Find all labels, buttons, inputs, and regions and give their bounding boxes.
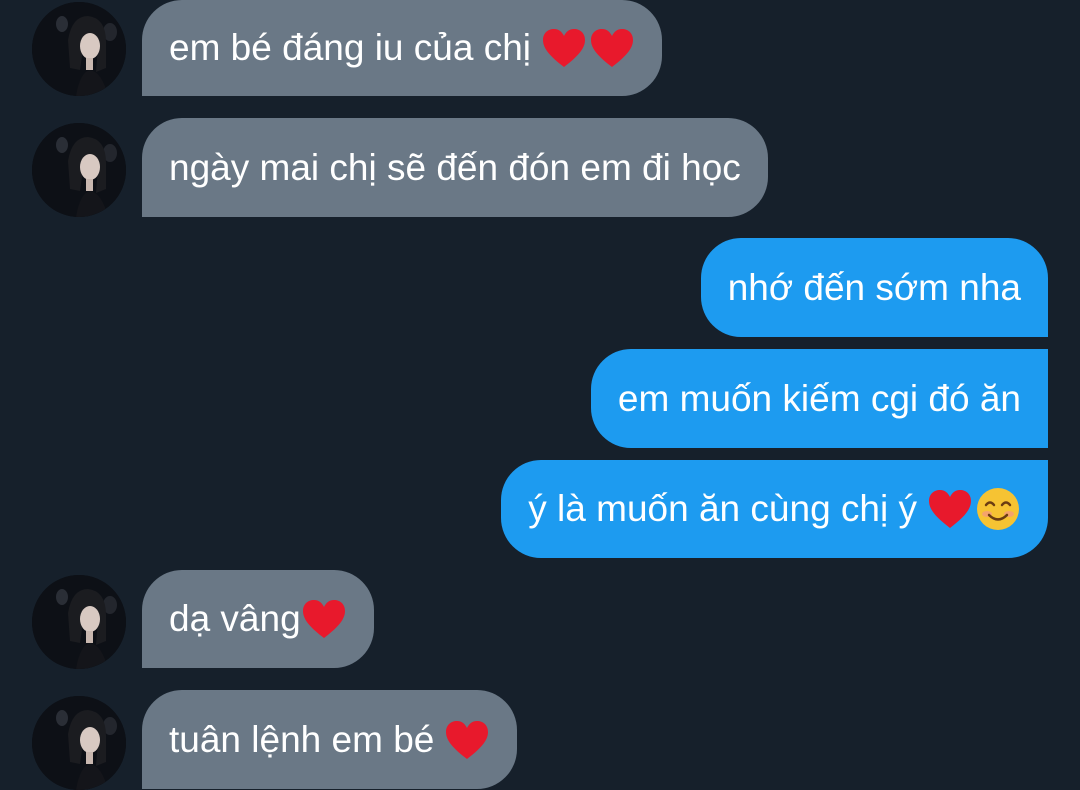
incoming-message-bubble[interactable]: ngày mai chị sẽ đến đón em đi học xyxy=(142,118,768,217)
contact-avatar[interactable] xyxy=(32,575,126,669)
incoming-message-bubble[interactable]: em bé đáng iu của chị xyxy=(142,0,663,96)
outgoing-message-bubble[interactable]: em muốn kiếm cgi đó ăn xyxy=(590,349,1048,448)
smiling-face-icon xyxy=(975,486,1021,532)
heart-icon xyxy=(541,27,587,69)
message-text: em bé đáng iu của chị xyxy=(169,27,532,68)
contact-avatar[interactable] xyxy=(32,2,126,96)
message-text: ý là muốn ăn cùng chị ý xyxy=(528,488,917,529)
outgoing-message-bubble[interactable]: ý là muốn ăn cùng chị ý xyxy=(501,460,1048,558)
message-text: dạ vâng xyxy=(169,598,301,639)
outgoing-message-bubble[interactable]: nhớ đến sớm nha xyxy=(700,238,1048,337)
incoming-message-bubble[interactable]: tuân lệnh em bé xyxy=(142,690,518,789)
heart-icon xyxy=(589,27,635,69)
message-text: em muốn kiếm cgi đó ăn xyxy=(617,377,1021,419)
incoming-message-bubble[interactable]: dạ vâng xyxy=(142,570,374,668)
contact-avatar[interactable] xyxy=(32,696,126,790)
message-text: tuân lệnh em bé xyxy=(169,718,435,760)
contact-avatar[interactable] xyxy=(32,123,126,217)
heart-icon xyxy=(444,719,490,761)
message-text: ngày mai chị sẽ đến đón em đi học xyxy=(169,146,741,188)
heart-icon xyxy=(927,488,973,530)
heart-icon xyxy=(301,598,347,640)
message-text: nhớ đến sớm nha xyxy=(727,266,1021,308)
